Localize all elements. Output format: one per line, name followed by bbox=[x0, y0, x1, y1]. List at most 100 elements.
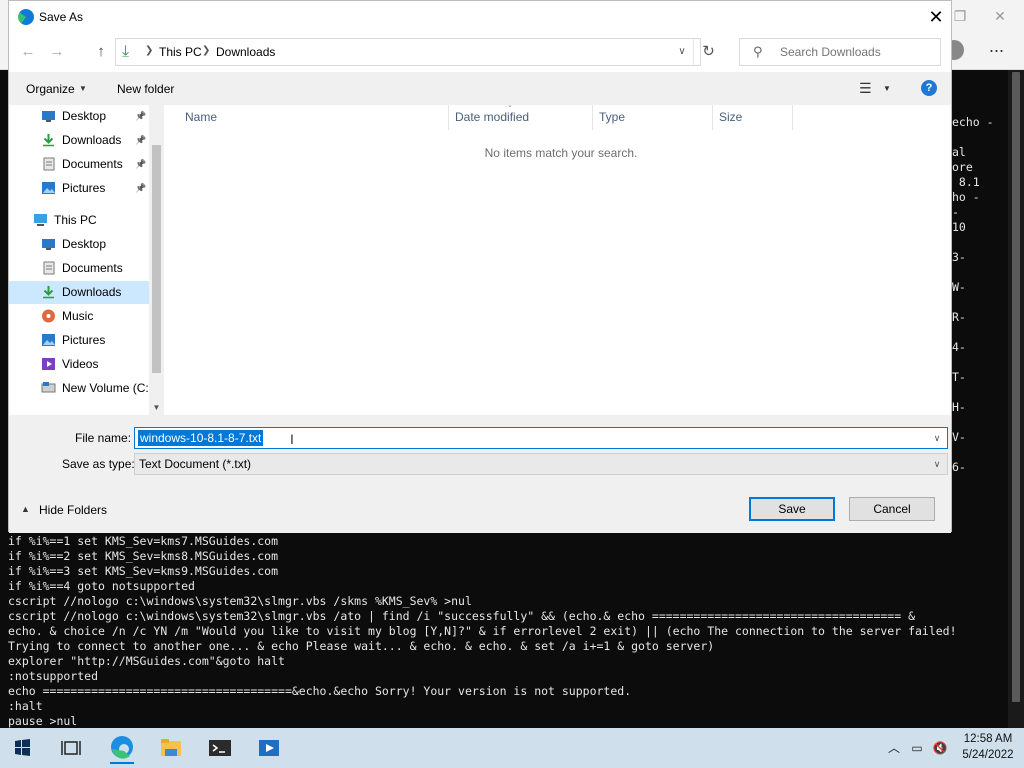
clock[interactable]: 12:58 AM 5/24/2022 bbox=[958, 731, 1018, 763]
code-fragment: V- bbox=[952, 430, 966, 444]
nav-item-desktop[interactable]: Desktop 📌 bbox=[9, 105, 149, 128]
code-line: if %i%==1 set KMS_Sev=kms7.MSGuides.com bbox=[8, 534, 279, 548]
scrollbar-thumb[interactable] bbox=[1012, 72, 1020, 702]
file-list[interactable]: Name Date modified ⌄ Type Size No items … bbox=[164, 102, 951, 415]
breadcrumb-downloads[interactable]: Downloads bbox=[216, 45, 275, 59]
column-size[interactable]: Size bbox=[713, 105, 793, 130]
nav-item-music[interactable]: Music bbox=[9, 305, 149, 328]
clock-date: 5/24/2022 bbox=[962, 749, 1014, 761]
music-icon bbox=[41, 309, 56, 323]
hide-folders-label[interactable]: Hide Folders bbox=[39, 503, 107, 517]
network-icon[interactable]: ▭ bbox=[909, 740, 925, 756]
nav-item-label: Downloads bbox=[62, 133, 122, 147]
app-icon[interactable] bbox=[249, 732, 289, 764]
nav-item-downloads[interactable]: Downloads bbox=[9, 281, 149, 304]
nav-item-this-pc[interactable]: This PC bbox=[9, 209, 149, 232]
close-icon[interactable]: ✕ bbox=[990, 6, 1010, 26]
downloads-icon bbox=[41, 285, 56, 299]
nav-item-videos[interactable]: Videos bbox=[9, 353, 149, 376]
close-button[interactable]: ✕ bbox=[921, 3, 951, 31]
column-type[interactable]: Type bbox=[593, 105, 713, 130]
documents-icon bbox=[41, 261, 56, 275]
nav-item-label: Desktop bbox=[62, 109, 107, 123]
file-name-label: File name: bbox=[75, 431, 132, 445]
chevron-right-icon[interactable]: ❯ bbox=[145, 45, 153, 56]
chevron-down-icon[interactable]: ∨ bbox=[673, 43, 691, 61]
pictures-icon bbox=[41, 333, 56, 347]
help-icon[interactable]: ? bbox=[921, 80, 937, 96]
search-box[interactable]: ⚲ bbox=[739, 38, 941, 66]
chevron-down-icon[interactable]: ▼ bbox=[149, 401, 164, 415]
up-arrow-icon[interactable]: ↑ bbox=[90, 41, 112, 63]
task-view-icon[interactable] bbox=[51, 732, 91, 764]
chevron-down-icon[interactable]: ∨ bbox=[929, 430, 945, 446]
nav-pane-scroll-thumb[interactable] bbox=[152, 145, 161, 373]
code-text[interactable]: if %i%==1 set KMS_Sev=kms7.MSGuides.comi… bbox=[8, 534, 1004, 729]
code-fragment: 10 bbox=[952, 220, 966, 234]
start-icon[interactable] bbox=[2, 732, 42, 764]
nav-item-new-volume-c[interactable]: New Volume (C: bbox=[9, 377, 149, 400]
nav-item-label: Desktop bbox=[62, 237, 107, 251]
nav-item-documents[interactable]: Documents bbox=[9, 257, 149, 280]
column-name[interactable]: Name bbox=[179, 105, 449, 130]
dialog-title: Save As bbox=[39, 10, 84, 24]
file-explorer-icon[interactable] bbox=[151, 732, 191, 764]
code-fragment: R- bbox=[952, 310, 966, 324]
code-fragment: ho - bbox=[952, 190, 980, 204]
code-line: if %i%==3 set KMS_Sev=kms9.MSGuides.com bbox=[8, 564, 279, 578]
nav-item-desktop[interactable]: Desktop bbox=[9, 233, 149, 256]
navigation-pane: Desktop 📌 Downloads 📌 Documents 📌 Pictures 📌 Thi… bbox=[9, 105, 149, 415]
scroll-down-button[interactable] bbox=[1008, 712, 1024, 726]
code-fragment: al bbox=[952, 145, 966, 159]
back-arrow-icon[interactable]: ← bbox=[17, 41, 39, 63]
documents-icon bbox=[41, 157, 56, 171]
refresh-button[interactable]: ↻ bbox=[693, 39, 723, 65]
code-fragment bbox=[952, 355, 1008, 370]
nav-scroll-up-button[interactable] bbox=[149, 105, 164, 119]
organize-button[interactable]: Organize bbox=[26, 82, 75, 96]
save-type-label: Save as type: bbox=[62, 457, 135, 471]
code-fragment: ore bbox=[952, 160, 973, 174]
cancel-button[interactable]: Cancel bbox=[849, 497, 935, 521]
chevron-right-icon[interactable]: ❯ bbox=[202, 45, 210, 56]
view-options-icon[interactable]: ☰ bbox=[859, 79, 879, 97]
more-menu-icon[interactable]: ··· bbox=[984, 38, 1008, 62]
code-fragment bbox=[952, 295, 1008, 310]
column-date-modified[interactable]: Date modified bbox=[449, 105, 593, 130]
nav-item-label: Videos bbox=[62, 357, 99, 371]
code-fragment: 3- bbox=[952, 250, 966, 264]
save-fields: File name: windows-10-8.1-8-7.txt ∨ I Sa… bbox=[9, 415, 951, 533]
address-bar[interactable]: ⤓ ❯ This PC ❯ Downloads ∨ ↻ bbox=[115, 38, 715, 66]
forward-arrow-icon[interactable]: → bbox=[46, 41, 68, 63]
file-name-value[interactable]: windows-10-8.1-8-7.txt bbox=[138, 430, 264, 446]
empty-message: No items match your search. bbox=[484, 146, 638, 160]
code-line: :halt bbox=[8, 699, 43, 713]
caret-down-icon[interactable]: ▼ bbox=[79, 84, 87, 93]
nav-item-downloads[interactable]: Downloads 📌 bbox=[9, 129, 149, 152]
edge-icon bbox=[18, 9, 34, 25]
edge-icon[interactable] bbox=[102, 732, 142, 764]
restore-icon[interactable]: ❐ bbox=[950, 6, 970, 26]
downloads-icon: ⤓ bbox=[122, 43, 130, 60]
save-type-select[interactable]: Text Document (*.txt) ∨ bbox=[134, 453, 948, 475]
chevron-up-icon[interactable]: ︿ bbox=[886, 740, 902, 756]
nav-item-pictures[interactable]: Pictures 📌 bbox=[9, 177, 149, 200]
search-input[interactable] bbox=[780, 45, 935, 59]
save-button[interactable]: Save bbox=[749, 497, 835, 521]
save-type-value[interactable]: Text Document (*.txt) bbox=[139, 457, 251, 471]
terminal-icon[interactable] bbox=[200, 732, 240, 764]
volume-muted-icon[interactable]: 🔇 bbox=[932, 740, 948, 756]
breadcrumb-this-pc[interactable]: This PC bbox=[159, 45, 202, 59]
code-line: Trying to connect to another one... & ec… bbox=[8, 639, 715, 653]
code-fragment: 6- bbox=[952, 460, 966, 474]
nav-item-documents[interactable]: Documents 📌 bbox=[9, 153, 149, 176]
new-folder-button[interactable]: New folder bbox=[117, 82, 174, 96]
nav-item-pictures[interactable]: Pictures bbox=[9, 329, 149, 352]
code-fragment: H- bbox=[952, 400, 966, 414]
caret-down-icon[interactable]: ▼ bbox=[883, 84, 891, 93]
file-name-field[interactable]: windows-10-8.1-8-7.txt ∨ bbox=[134, 427, 948, 449]
code-fragment: 4- bbox=[952, 340, 966, 354]
downloads-icon bbox=[41, 133, 56, 147]
chevron-down-icon[interactable]: ∨ bbox=[929, 456, 945, 472]
scroll-up-button[interactable] bbox=[1008, 70, 1024, 82]
